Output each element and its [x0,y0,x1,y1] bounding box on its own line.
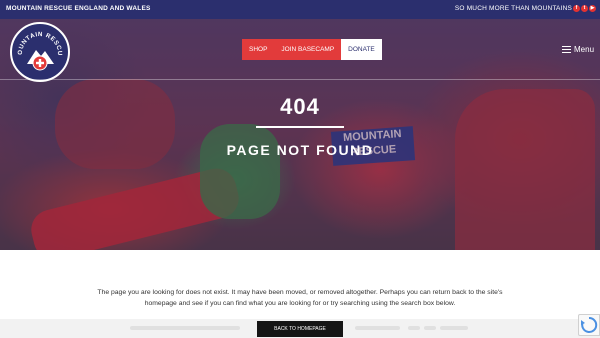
cookie-option-faint-2 [424,326,436,330]
error-divider [256,126,344,128]
recaptcha-icon [581,316,598,333]
back-to-homepage-button[interactable]: BACK TO HOMEPAGE [257,321,343,337]
cookie-text-faint [130,326,240,330]
svg-text:MOUNTAIN RESCUE: MOUNTAIN RESCUE [12,24,63,56]
youtube-icon[interactable]: ▶ [589,5,596,12]
cookie-text-faint-2 [355,326,400,330]
top-bar: MOUNTAIN RESCUE ENGLAND AND WALES SO MUC… [0,0,600,19]
nav-donate[interactable]: DONATE [341,39,382,60]
error-title: PAGE NOT FOUND [226,142,374,158]
cookie-accept-faint [440,326,468,330]
hamburger-icon [562,46,571,53]
site-logo[interactable]: MOUNTAIN RESCUE [10,22,70,82]
menu-button[interactable]: Menu [562,45,594,54]
tagline: SO MUCH MORE THAN MOUNTAINS [454,5,572,12]
error-message: The page you are looking for does not ex… [97,289,503,307]
recaptcha-badge[interactable] [578,314,600,336]
header-divider [0,79,600,80]
menu-label: Menu [574,45,595,54]
facebook-icon[interactable]: f [573,5,580,12]
org-name: MOUNTAIN RESCUE ENGLAND AND WALES [6,5,151,12]
nav-shop[interactable]: SHOP [242,39,275,60]
mountain-cross-logo-icon: MOUNTAIN RESCUE [12,24,63,71]
main-nav: SHOP JOIN BASECAMP DONATE [242,39,382,60]
twitter-icon[interactable]: t [581,5,588,12]
nav-join-basecamp[interactable]: JOIN BASECAMP [274,39,342,60]
cookie-option-faint [408,326,420,330]
error-code: 404 [280,94,320,119]
